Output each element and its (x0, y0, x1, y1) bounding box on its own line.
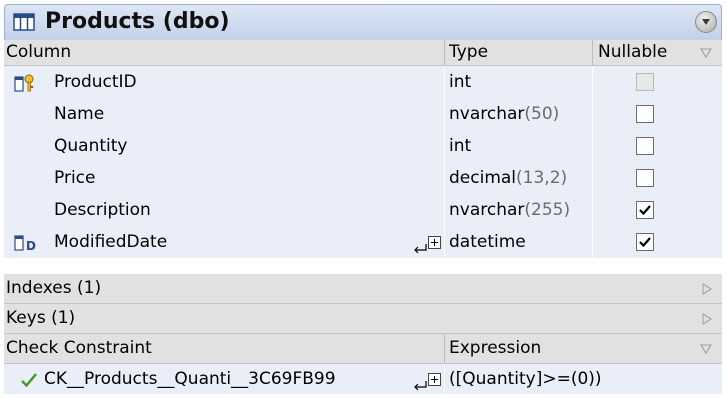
header-divider (444, 40, 445, 66)
cell-divider (444, 364, 445, 394)
expand-plus-icon[interactable] (428, 373, 441, 386)
column-name[interactable]: Quantity (54, 136, 127, 156)
cell-divider (592, 66, 593, 98)
nullable-checkbox[interactable] (636, 169, 654, 187)
sort-triangle-down-icon[interactable] (700, 48, 712, 58)
return-arrow-icon (414, 244, 427, 254)
nullable-checkbox[interactable] (636, 105, 654, 123)
table-design-panel: Products (dbo) Column Type Nullable Prod… (4, 4, 722, 394)
cell-divider (444, 66, 445, 98)
indexes-section-header[interactable]: Indexes (1) (4, 274, 722, 304)
cell-divider (592, 194, 593, 226)
default-value-icon: D (14, 235, 36, 252)
cell-divider (444, 226, 445, 258)
nullable-checkbox (636, 73, 654, 91)
cell-divider (444, 162, 445, 194)
column-name[interactable]: ProductID (54, 72, 137, 92)
expression-header-label: Expression (449, 338, 542, 358)
cell-divider (592, 98, 593, 130)
column-name[interactable]: Price (54, 168, 95, 188)
check-constraint-header-label: Check Constraint (6, 338, 152, 358)
checkmark-icon (639, 237, 651, 248)
column-row[interactable]: Name nvarchar(50) (4, 98, 722, 130)
column-row[interactable]: Description nvarchar(255) (4, 194, 722, 226)
cell-divider (592, 226, 593, 258)
check-constraint-name[interactable]: CK__Products__Quanti__3C69FB99 (44, 369, 336, 389)
cell-divider (444, 130, 445, 162)
expand-triangle-right-icon[interactable] (702, 283, 712, 295)
column-type[interactable]: int (449, 72, 471, 92)
expand-triangle-right-icon[interactable] (702, 313, 712, 325)
keys-label: Keys (1) (6, 308, 76, 328)
column-name[interactable]: Name (54, 104, 104, 124)
column-name[interactable]: Description (54, 200, 151, 220)
svg-text:D: D (26, 239, 36, 252)
column-row[interactable]: ProductID int (4, 66, 722, 98)
column-row[interactable]: D ModifiedDate datetime (4, 226, 722, 258)
collapse-circle-icon[interactable] (695, 11, 717, 33)
header-divider (592, 40, 593, 66)
cell-divider (592, 130, 593, 162)
nullable-header-label[interactable]: Nullable (598, 42, 667, 62)
column-row[interactable]: Quantity int (4, 130, 722, 162)
collapse-triangle-down-icon[interactable] (700, 344, 712, 354)
checkmark-icon (639, 205, 651, 216)
table-icon (13, 13, 35, 31)
table-title-bar[interactable]: Products (dbo) (4, 4, 722, 40)
check-constraint-expression[interactable]: ([Quantity]>=(0)) (449, 369, 602, 389)
column-row[interactable]: Price decimal(13,2) (4, 162, 722, 194)
keys-section-header[interactable]: Keys (1) (4, 304, 722, 334)
column-type[interactable]: nvarchar(255) (449, 200, 570, 220)
column-type[interactable]: nvarchar(50) (449, 104, 559, 124)
nullable-checkbox[interactable] (636, 137, 654, 155)
column-type[interactable]: int (449, 136, 471, 156)
expand-plus-icon[interactable] (428, 236, 441, 249)
column-type[interactable]: datetime (449, 232, 526, 252)
cell-divider (444, 98, 445, 130)
header-divider (444, 334, 445, 364)
type-header-label[interactable]: Type (449, 42, 488, 62)
checkmark-icon (21, 373, 37, 388)
column-header-label[interactable]: Column (6, 42, 71, 62)
primary-key-icon (14, 74, 34, 92)
nullable-checkbox[interactable] (636, 233, 654, 251)
indexes-label: Indexes (1) (6, 278, 102, 298)
check-constraint-header[interactable]: Check Constraint Expression (4, 334, 722, 364)
table-title: Products (dbo) (45, 9, 230, 34)
cell-divider (444, 194, 445, 226)
check-constraint-row[interactable]: CK__Products__Quanti__3C69FB99 ([Quantit… (4, 364, 722, 394)
column-type[interactable]: decimal(13,2) (449, 168, 567, 188)
columns-header: Column Type Nullable (4, 40, 722, 66)
nullable-checkbox[interactable] (636, 201, 654, 219)
column-name[interactable]: ModifiedDate (54, 232, 167, 252)
return-arrow-icon (414, 381, 427, 391)
cell-divider (592, 162, 593, 194)
